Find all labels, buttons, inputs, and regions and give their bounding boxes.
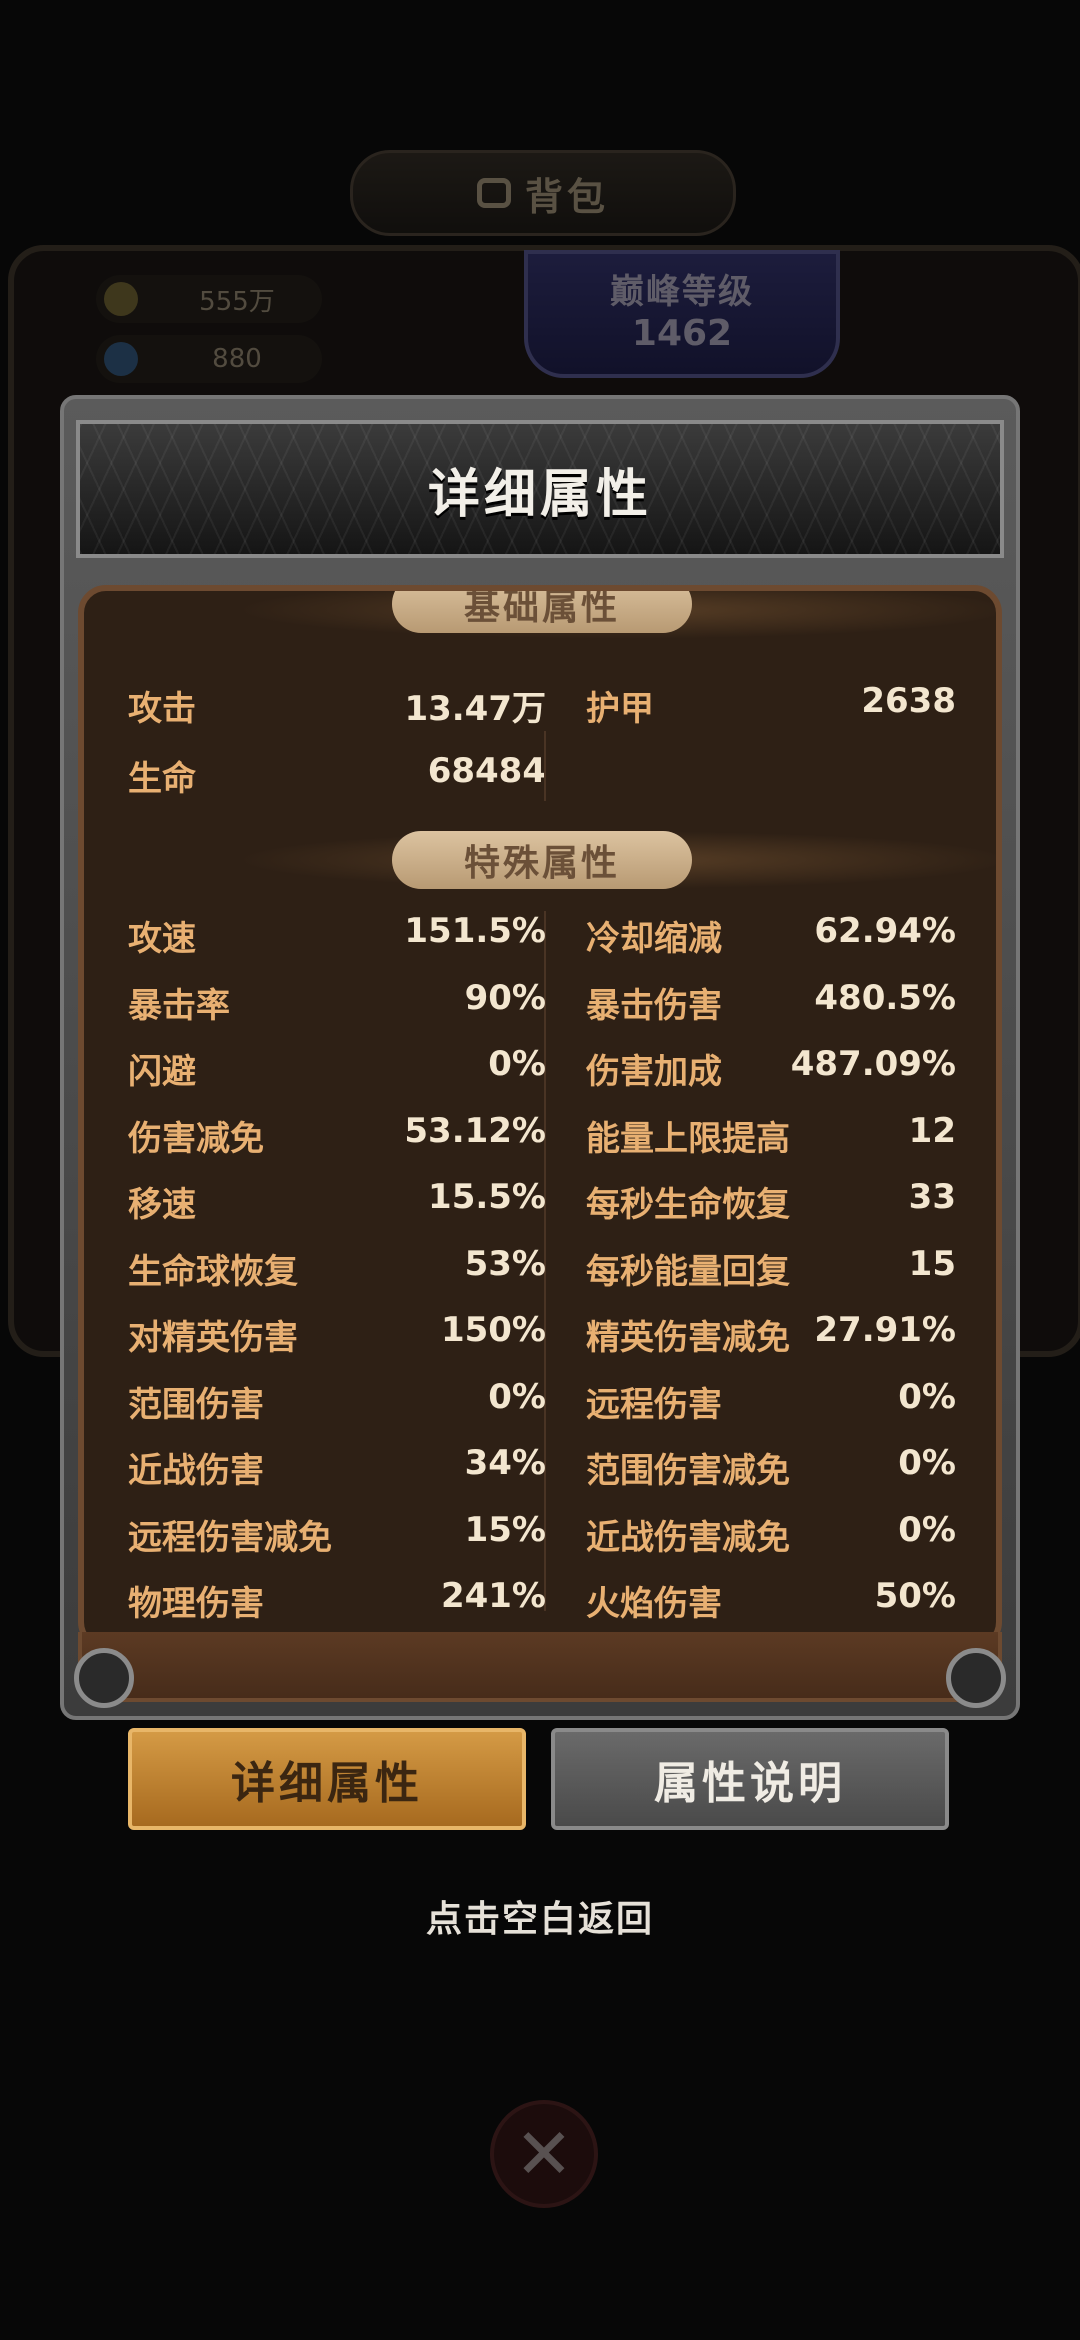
stat-value: 15.5% bbox=[428, 1177, 546, 1217]
gold-coin-icon bbox=[104, 282, 138, 316]
stat-value: 62.94% bbox=[814, 911, 956, 951]
stat-value: 487.09% bbox=[790, 1044, 956, 1084]
stat-value: 33 bbox=[908, 1177, 956, 1217]
stat-label-hp: 生命 bbox=[128, 759, 196, 799]
gold-counter: 555万 bbox=[96, 275, 322, 323]
stat-value: 151.5% bbox=[404, 911, 546, 951]
corner-ornament-icon bbox=[946, 1648, 1006, 1708]
stat-label: 能量上限提高 bbox=[586, 1119, 790, 1159]
corner-ornament-icon bbox=[74, 1648, 134, 1708]
column-divider bbox=[544, 731, 546, 801]
stat-label: 伤害加成 bbox=[586, 1052, 722, 1092]
stat-value: 0% bbox=[898, 1443, 956, 1483]
stat-value-attack: 13.47万 bbox=[404, 689, 546, 729]
stat-label: 近战伤害 bbox=[128, 1451, 264, 1491]
bag-header: 背包 bbox=[350, 150, 736, 236]
stat-label: 暴击伤害 bbox=[586, 986, 722, 1026]
stat-value: 480.5% bbox=[814, 978, 956, 1018]
stat-value: 241% bbox=[440, 1576, 546, 1616]
stat-label: 伤害减免 bbox=[128, 1119, 264, 1159]
stat-label: 精英伤害减免 bbox=[586, 1318, 790, 1358]
stat-label: 生命球恢复 bbox=[128, 1252, 298, 1292]
bag-title: 背包 bbox=[524, 174, 609, 219]
stat-label: 攻速 bbox=[128, 919, 196, 959]
special-attributes-header: 特殊属性 bbox=[392, 831, 692, 889]
stat-value-hp: 68484 bbox=[427, 751, 546, 791]
stat-label: 远程伤害 bbox=[586, 1385, 722, 1425]
stat-value: 53.12% bbox=[404, 1111, 546, 1151]
stat-value: 12 bbox=[908, 1111, 956, 1151]
stat-label: 闪避 bbox=[128, 1052, 196, 1092]
stat-value: 15 bbox=[908, 1244, 956, 1284]
stat-label: 范围伤害减免 bbox=[586, 1451, 790, 1491]
stat-label: 移速 bbox=[128, 1185, 196, 1225]
detail-attributes-button[interactable]: 详细属性 bbox=[128, 1728, 526, 1830]
stat-value: 50% bbox=[874, 1576, 956, 1616]
close-x-icon: ✕ bbox=[490, 2100, 598, 2208]
panel-footer bbox=[78, 1632, 1002, 1702]
stat-value: 0% bbox=[898, 1510, 956, 1550]
stat-label: 冷却缩减 bbox=[586, 919, 722, 959]
stat-value: 0% bbox=[898, 1377, 956, 1417]
stat-value: 0% bbox=[488, 1377, 546, 1417]
panel-title: 详细属性 bbox=[427, 464, 652, 525]
stat-label: 暴击率 bbox=[128, 986, 230, 1026]
stat-label-armor: 护甲 bbox=[586, 689, 654, 729]
bag-icon bbox=[476, 178, 511, 208]
gem-counter: 880 bbox=[96, 335, 322, 383]
stat-value-armor: 2638 bbox=[861, 681, 956, 721]
panel-title-bar: 详细属性 bbox=[76, 420, 1004, 558]
stat-label: 火焰伤害 bbox=[586, 1584, 722, 1624]
attributes-content: 基础属性 攻击 13.47万 护甲 2638 生命 68484 特殊属性 攻速 1… bbox=[78, 585, 1002, 1650]
tap-blank-return-hint[interactable]: 点击空白返回 bbox=[0, 1890, 1080, 1942]
stat-value: 150% bbox=[440, 1310, 546, 1350]
attributes-explanation-button[interactable]: 属性说明 bbox=[551, 1728, 949, 1830]
stat-label-attack: 攻击 bbox=[128, 689, 196, 729]
stat-label: 近战伤害减免 bbox=[586, 1518, 790, 1558]
stat-label: 每秒生命恢复 bbox=[586, 1185, 790, 1225]
stat-value: 27.91% bbox=[814, 1310, 956, 1350]
stat-value: 15% bbox=[464, 1510, 546, 1550]
peak-level-badge: 巅峰等级 1462 bbox=[524, 250, 840, 378]
stat-value: 0% bbox=[488, 1044, 546, 1084]
gem-icon bbox=[104, 342, 138, 376]
basic-attributes-header: 基础属性 bbox=[392, 591, 692, 633]
stat-label: 物理伤害 bbox=[128, 1584, 264, 1624]
stat-value: 90% bbox=[464, 978, 546, 1018]
stat-value: 53% bbox=[464, 1244, 546, 1284]
stat-value: 34% bbox=[464, 1443, 546, 1483]
stat-label: 对精英伤害 bbox=[128, 1318, 298, 1358]
stat-label: 范围伤害 bbox=[128, 1385, 264, 1425]
stat-label: 远程伤害减免 bbox=[128, 1518, 332, 1558]
stat-label: 每秒能量回复 bbox=[586, 1252, 790, 1292]
